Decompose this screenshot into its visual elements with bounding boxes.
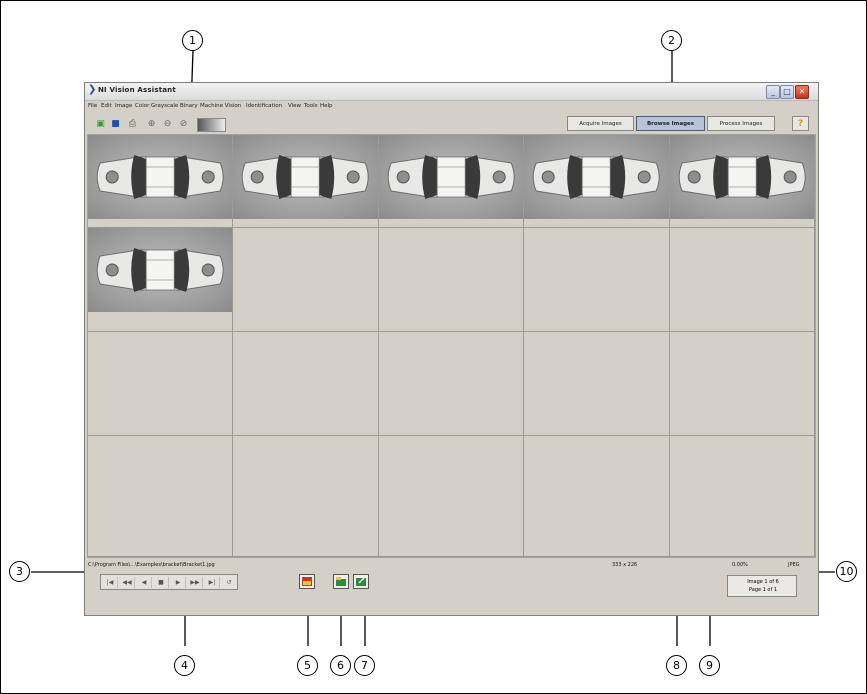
first-image-button[interactable]: |◀	[103, 577, 118, 588]
browse-navigation: |◀ ◀◀ ◀ ■ ▶ ▶▶ ▶| ↺	[100, 574, 238, 590]
image-type: JPEG	[788, 562, 800, 568]
menu-binary[interactable]: Binary	[180, 100, 198, 113]
image-info-icon	[302, 577, 312, 586]
thumbnail-cell[interactable]	[378, 332, 525, 436]
menu-edit[interactable]: Edit	[101, 100, 112, 113]
image-thumbnail[interactable]	[524, 135, 669, 219]
menu-bar: File Edit Image Color Grayscale Binary M…	[85, 100, 818, 113]
thumbnail-cell[interactable]	[88, 228, 234, 332]
thumbnail-cell[interactable]	[669, 135, 815, 228]
bracket-part-image	[387, 155, 515, 199]
menu-help[interactable]: Help	[320, 100, 333, 113]
save-image-icon[interactable]: ■	[108, 117, 123, 131]
thumbnail-cell[interactable]	[378, 135, 525, 228]
previous-page-button[interactable]: ◀◀	[120, 577, 135, 588]
menu-identification[interactable]: Identification	[246, 100, 282, 113]
callout-3: 3	[9, 561, 30, 582]
callout-6: 6	[330, 655, 351, 676]
menu-image[interactable]: Image	[115, 100, 132, 113]
menu-color[interactable]: Color	[135, 100, 149, 113]
image-browser-grid	[87, 134, 816, 558]
bracket-part-image	[242, 155, 370, 199]
menu-file[interactable]: File	[88, 100, 97, 113]
close-button[interactable]: ✕	[795, 85, 809, 99]
callout-9: 9	[699, 655, 720, 676]
thumbnail-cell[interactable]	[524, 135, 670, 228]
last-image-button[interactable]: ▶|	[205, 577, 220, 588]
zoom-in-icon[interactable]: ⊕	[144, 117, 159, 131]
zoom-out-icon[interactable]: ⊖	[160, 117, 175, 131]
callout-2: 2	[661, 30, 682, 51]
thumbnail-cell[interactable]	[524, 436, 670, 557]
thumbnail-cell[interactable]	[233, 228, 379, 332]
callout-7: 7	[354, 655, 375, 676]
callout-1: 1	[182, 30, 203, 51]
open-image-icon[interactable]: ▣	[93, 117, 108, 131]
minimize-button[interactable]: _	[766, 85, 780, 99]
thumbnail-cell[interactable]	[88, 332, 234, 436]
callout-4: 4	[174, 655, 195, 676]
thumbnail-cell[interactable]	[524, 332, 670, 436]
image-thumbnail[interactable]	[669, 135, 814, 219]
window-title: NI Vision Assistant	[98, 86, 176, 94]
thumbnail-cell[interactable]	[378, 228, 525, 332]
bracket-part-image	[532, 155, 660, 199]
refresh-button[interactable]: ↺	[222, 577, 236, 588]
page-counter: Page 1 of 1	[748, 587, 778, 593]
app-window: ❯ NI Vision Assistant _ □ ✕ File Edit Im…	[84, 82, 819, 616]
thumbnail-cell[interactable]	[378, 436, 525, 557]
image-thumbnail[interactable]	[378, 135, 524, 219]
menu-view[interactable]: View	[288, 100, 301, 113]
thumbnail-cell[interactable]	[669, 436, 815, 557]
page-info-box: Image 1 of 6 Page 1 of 1	[727, 575, 797, 597]
thumbnail-cell[interactable]	[233, 135, 379, 228]
bracket-part-image	[678, 155, 806, 199]
image-counter: Image 1 of 6	[747, 579, 779, 585]
stop-button[interactable]: ■	[154, 577, 169, 588]
print-icon[interactable]: ⎙	[125, 117, 140, 131]
thumbnail-cell[interactable]	[88, 436, 234, 557]
image-thumbnail[interactable]	[88, 228, 233, 312]
thumbnail-cell[interactable]	[88, 135, 234, 228]
callout-5: 5	[297, 655, 318, 676]
menu-tools[interactable]: Tools	[304, 100, 318, 113]
status-bar: C:\Program Files\...\Examples\bracket\Br…	[85, 560, 818, 615]
next-image-button[interactable]: ▶	[171, 577, 186, 588]
image-path: C:\Program Files\...\Examples\bracket\Br…	[88, 562, 215, 568]
export-icon	[356, 577, 366, 586]
zoom-fit-icon[interactable]: ⊘	[176, 117, 191, 131]
thumbnail-cell[interactable]	[233, 436, 379, 557]
export-button[interactable]	[353, 574, 369, 589]
acquire-images-button[interactable]: Acquire Images	[567, 116, 634, 131]
open-folder-button[interactable]	[333, 574, 349, 589]
maximize-button[interactable]: □	[780, 85, 794, 99]
next-page-button[interactable]: ▶▶	[188, 577, 203, 588]
bracket-part-image	[96, 155, 224, 199]
menu-machine-vision[interactable]: Machine Vision	[200, 100, 241, 113]
toolbar: ▣ ■ ⎙ ⊕ ⊖ ⊘ Acquire Images Browse Images…	[85, 114, 818, 134]
thumbnail-cell[interactable]	[669, 228, 815, 332]
thumbnail-cell[interactable]	[524, 228, 670, 332]
image-size: 333 x 226	[612, 562, 638, 568]
title-bar[interactable]: ❯ NI Vision Assistant _ □ ✕	[85, 83, 818, 101]
thumbnail-cell[interactable]	[669, 332, 815, 436]
image-thumbnail[interactable]	[88, 135, 233, 219]
palette-icon[interactable]	[197, 118, 226, 132]
help-icon[interactable]: ?	[792, 116, 809, 131]
previous-image-button[interactable]: ◀	[137, 577, 152, 588]
process-images-button[interactable]: Process Images	[707, 116, 775, 131]
image-thumbnail[interactable]	[233, 135, 378, 219]
bracket-part-image	[96, 248, 224, 292]
callout-10: 10	[836, 561, 857, 582]
app-logo-icon: ❯	[88, 84, 97, 95]
thumbnail-cell[interactable]	[233, 332, 379, 436]
zoom-factor: 0.00%	[732, 562, 748, 568]
image-info-button[interactable]	[299, 574, 315, 589]
browse-images-button[interactable]: Browse Images	[636, 116, 705, 131]
menu-grayscale[interactable]: Grayscale	[151, 100, 178, 113]
folder-icon	[336, 577, 346, 586]
callout-8: 8	[666, 655, 687, 676]
